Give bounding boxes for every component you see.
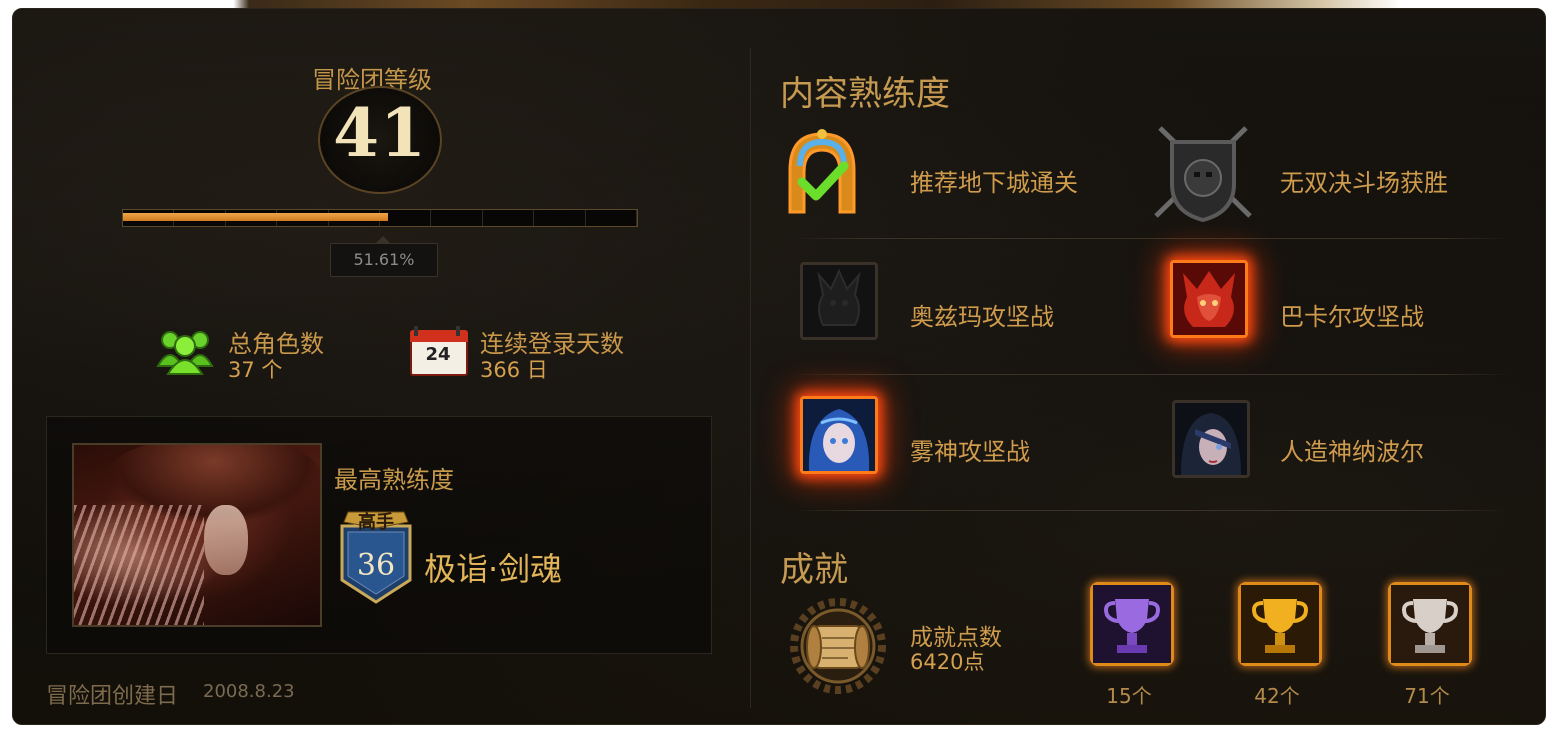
napol-raid-icon[interactable] (1172, 400, 1250, 478)
achievements-title: 成就 (780, 550, 848, 590)
level-progress-fill (123, 213, 389, 221)
rank-badge-title: 高手 (358, 512, 394, 533)
total-characters-value: 37 个 (228, 358, 283, 382)
rank-badge: 高手 36 (338, 508, 414, 604)
progress-pointer (376, 236, 390, 243)
rank-badge-level: 36 (356, 548, 396, 583)
creation-date-label: 冒险团创建日 (46, 684, 179, 709)
gold-trophy-icon[interactable] (1238, 582, 1322, 666)
level-progress-bar (122, 209, 638, 227)
dungeon-clear-icon[interactable] (782, 126, 862, 220)
progress-segment (534, 210, 586, 226)
purple-trophy-icon[interactable] (1090, 582, 1174, 666)
top-mastery-label: 最高熟练度 (334, 466, 454, 494)
mastery-item-label-4: 巴卡尔攻坚战 (1280, 303, 1424, 331)
column-divider (750, 48, 751, 708)
progress-segment (483, 210, 535, 226)
top-character-name: 极诣·剑魂 (424, 550, 563, 588)
character-portrait (72, 443, 322, 627)
pvp-arena-icon[interactable] (1150, 120, 1256, 224)
mastery-item-label-5: 雾神攻坚战 (910, 438, 1030, 466)
characters-icon (156, 326, 214, 376)
mist-god-raid-icon[interactable] (800, 396, 878, 474)
screen: 冒险团等级 41 51.61% 总角色数 37 个 24 连续登录天数 366 … (0, 0, 1557, 729)
login-days-value: 366 日 (480, 358, 548, 382)
mastery-item-label-1: 推荐地下城通关 (910, 169, 1078, 197)
silver-trophy-count: 71个 (1404, 684, 1450, 708)
calendar-day: 24 (425, 344, 451, 365)
ozma-raid-icon[interactable] (800, 262, 878, 340)
level-progress-percent: 51.61% (330, 243, 438, 277)
creation-date-value: 2008.8.23 (203, 681, 295, 702)
row-divider-1 (790, 238, 1510, 239)
level-value: 41 (333, 94, 427, 172)
achievement-scroll-icon[interactable] (786, 596, 890, 696)
progress-segment (586, 210, 638, 226)
row-divider-2 (790, 374, 1510, 375)
mastery-item-label-6: 人造神纳波尔 (1280, 438, 1424, 466)
bakal-raid-icon[interactable] (1170, 260, 1248, 338)
progress-segment (431, 210, 483, 226)
achievement-points-value: 6420点 (910, 650, 985, 674)
gold-trophy-count: 42个 (1254, 684, 1300, 708)
silver-trophy-icon[interactable] (1388, 582, 1472, 666)
row-divider-3 (790, 510, 1510, 511)
mastery-title: 内容熟练度 (780, 74, 950, 114)
mastery-item-label-2: 无双决斗场获胜 (1280, 169, 1448, 197)
purple-trophy-count: 15个 (1106, 684, 1152, 708)
mastery-item-label-3: 奥兹玛攻坚战 (910, 303, 1054, 331)
calendar-icon: 24 (408, 326, 468, 376)
